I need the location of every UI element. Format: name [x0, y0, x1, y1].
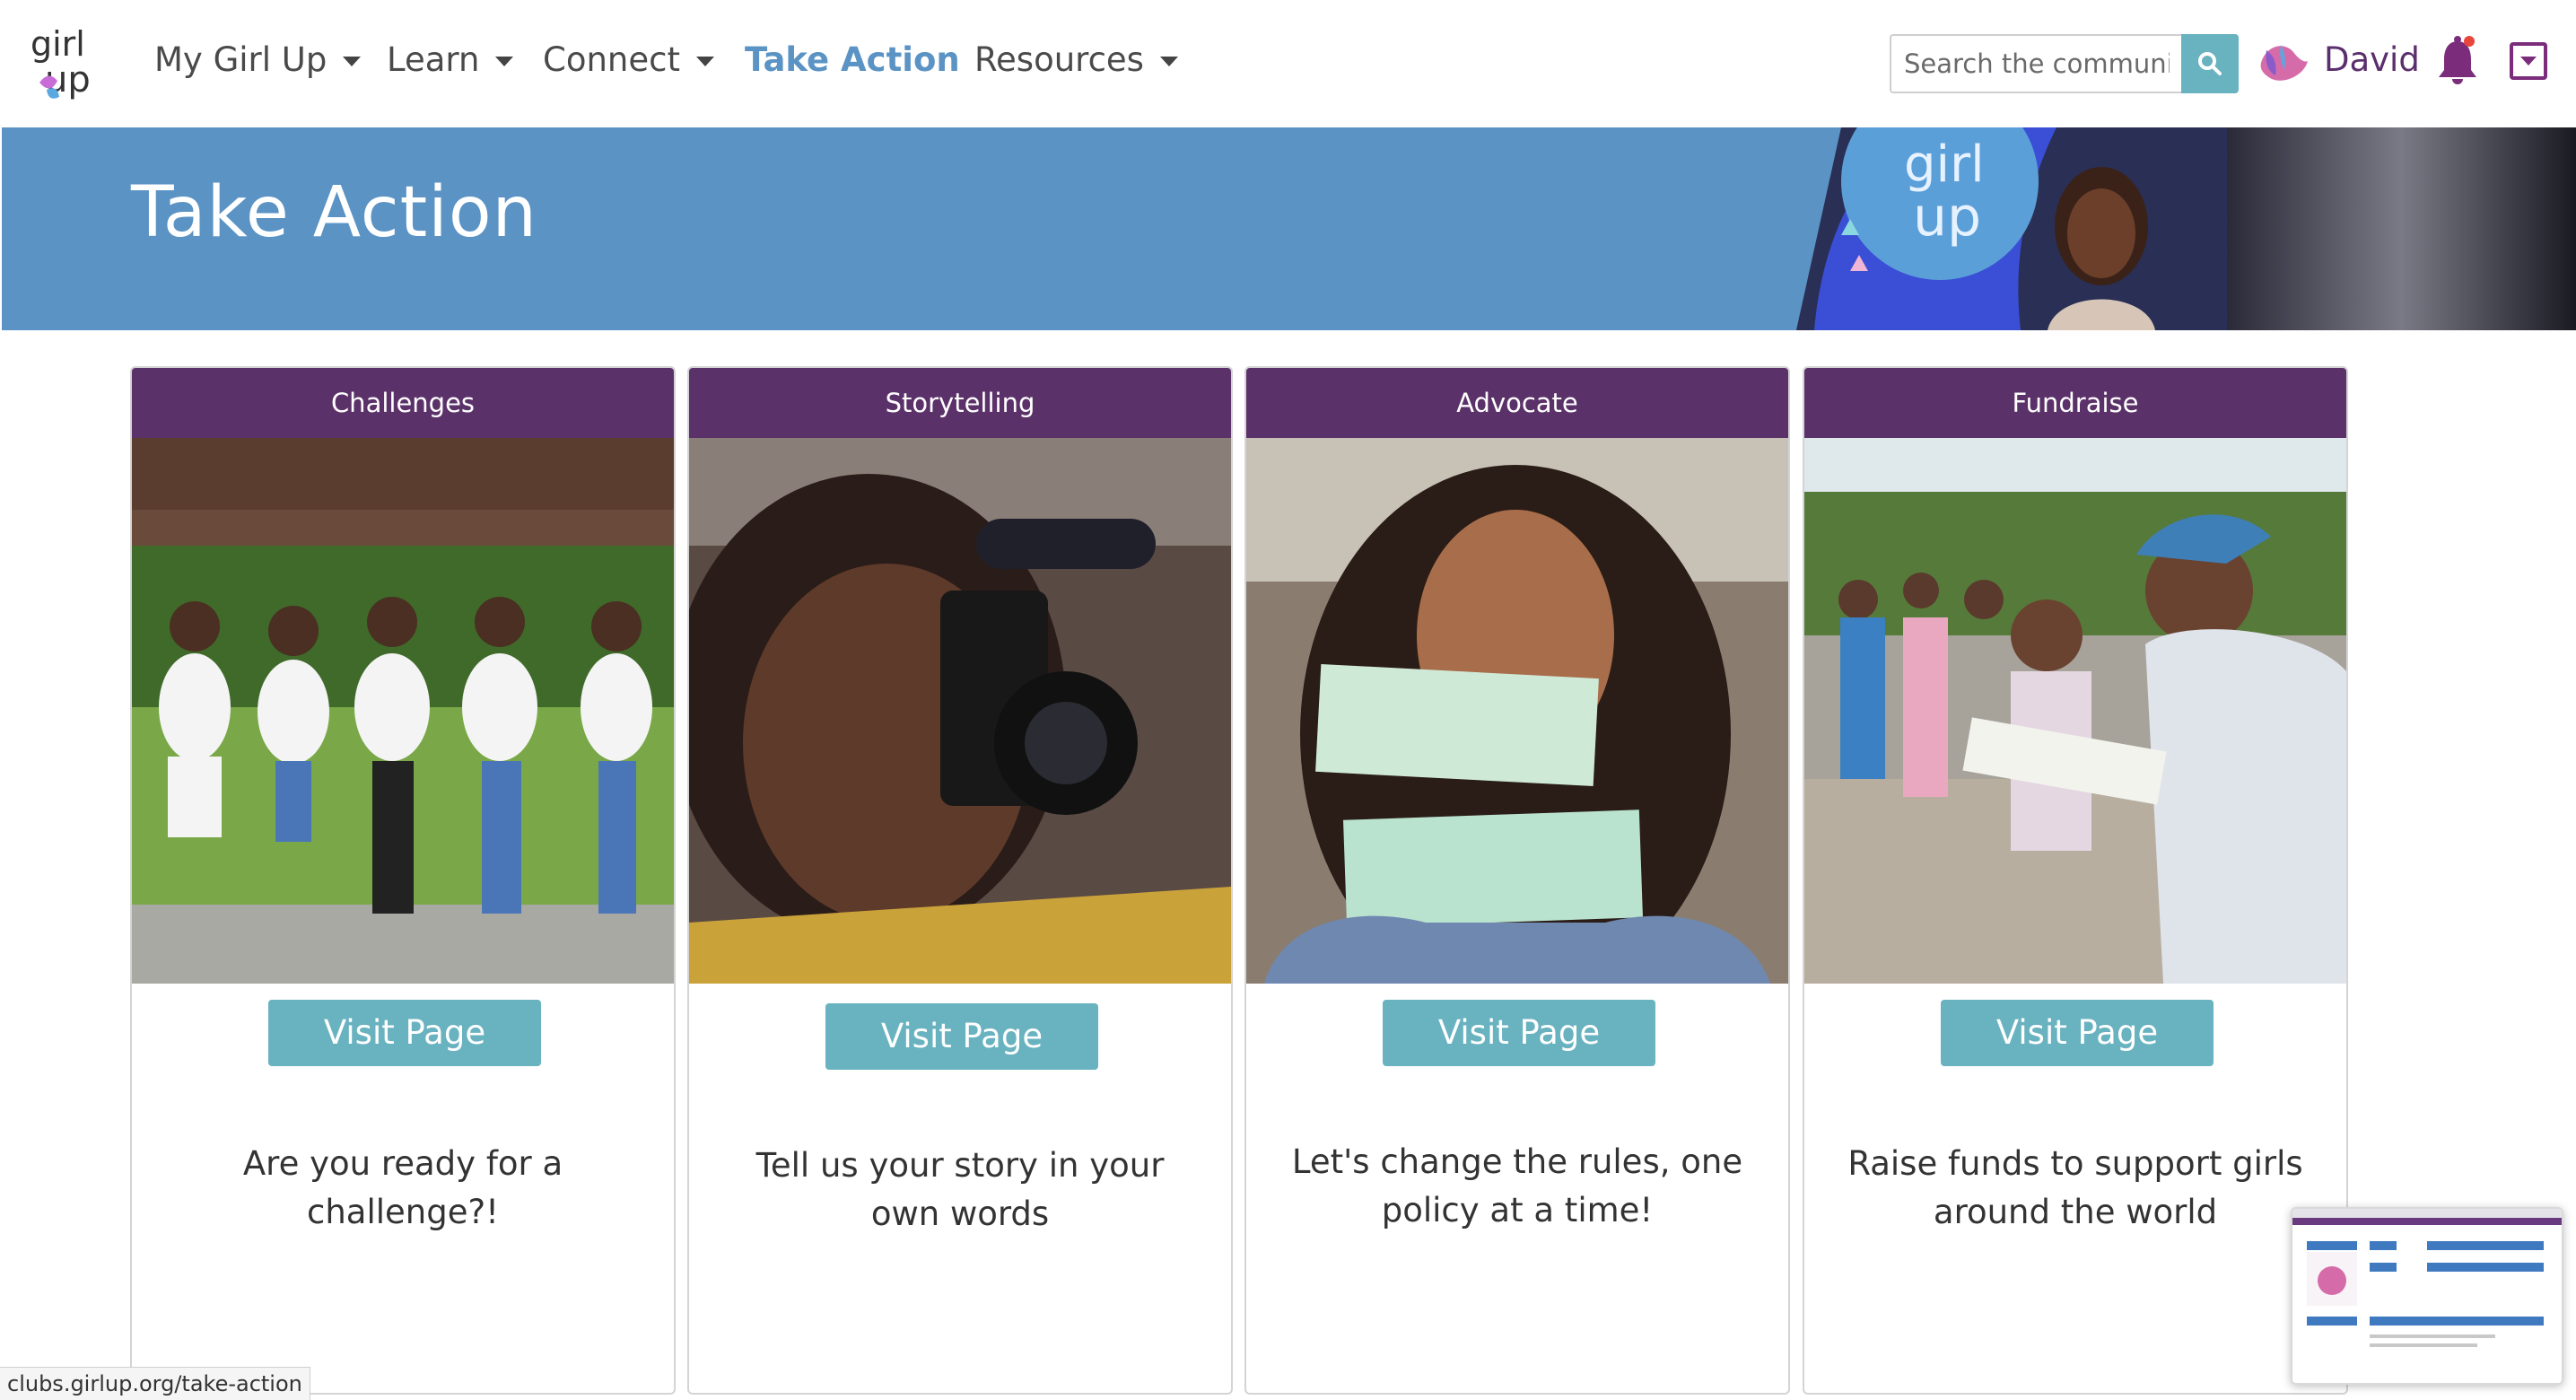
card-description: Are you ready for a challenge?!	[242, 1144, 563, 1231]
visit-page-button[interactable]: Visit Page	[268, 1000, 541, 1066]
nav-resources[interactable]: Resources	[974, 36, 1178, 84]
advocate-photo	[1246, 438, 1788, 984]
user-name[interactable]: David	[2324, 36, 2420, 84]
visit-page-button[interactable]: Visit Page	[1383, 1000, 1655, 1066]
page-title: Take Action	[131, 172, 537, 253]
hero-banner: Take Action girl up	[2, 127, 2576, 330]
nav-take-action[interactable]: Take Action	[745, 36, 960, 84]
card-header: Storytelling	[689, 368, 1231, 438]
search-button[interactable]	[2181, 34, 2239, 93]
svg-text:girl: girl	[31, 24, 85, 64]
top-navbar: girl up My Girl Up Learn Connect Take Ac…	[0, 0, 2576, 126]
fundraise-photo	[1804, 438, 2346, 984]
nav-learn-label: Learn	[387, 40, 480, 79]
screenshot-thumbnail[interactable]	[2291, 1207, 2563, 1385]
card-advocate: Advocate Visit Page Let's change the rul…	[1244, 366, 1790, 1395]
card-header: Advocate	[1246, 368, 1788, 438]
hero-photo: girl up	[1760, 127, 2576, 330]
girl-up-logo[interactable]: girl up	[27, 18, 117, 108]
challenges-photo	[132, 438, 674, 984]
caret-down-icon	[2520, 57, 2537, 66]
card-storytelling: Storytelling Visit Page Tell us your sto…	[687, 366, 1233, 1395]
card-header: Fundraise	[1804, 368, 2346, 438]
card-description: Tell us your story in your own words	[755, 1146, 1165, 1233]
thumbnail-preview	[2292, 1209, 2562, 1383]
chevron-down-icon	[1159, 57, 1178, 66]
nav-connect-label: Connect	[543, 40, 680, 79]
user-avatar-icon[interactable]	[2257, 39, 2310, 86]
chevron-down-icon	[495, 57, 514, 66]
nav-my-girl-up[interactable]: My Girl Up	[154, 36, 362, 84]
chevron-down-icon	[696, 57, 714, 66]
card-fundraise: Fundraise Visit Page Raise funds to supp…	[1803, 366, 2348, 1395]
nav-learn[interactable]: Learn	[387, 36, 514, 84]
account-dropdown-toggle[interactable]	[2510, 42, 2547, 80]
storytelling-photo	[689, 438, 1231, 984]
nav-connect[interactable]: Connect	[543, 36, 714, 84]
nav-resources-label: Resources	[974, 40, 1144, 79]
card-description: Raise funds to support girls around the …	[1847, 1144, 2303, 1231]
card-challenges: Challenges Visit Page Are you ready for …	[130, 366, 676, 1395]
notification-dot	[2464, 36, 2475, 47]
svg-text:up: up	[1913, 186, 1981, 249]
chevron-down-icon	[343, 57, 362, 66]
nav-my-girl-up-label: My Girl Up	[154, 40, 327, 79]
card-header: Challenges	[132, 368, 674, 438]
search-input[interactable]	[1890, 34, 2182, 93]
search-icon	[2198, 52, 2222, 75]
card-description: Let's change the rules, one policy at a …	[1291, 1142, 1743, 1229]
link-status-url: clubs.girlup.org/take-action	[0, 1367, 310, 1400]
visit-page-button[interactable]: Visit Page	[1941, 1000, 2214, 1066]
visit-page-button[interactable]: Visit Page	[825, 1003, 1098, 1070]
nav-take-action-label: Take Action	[745, 40, 960, 79]
